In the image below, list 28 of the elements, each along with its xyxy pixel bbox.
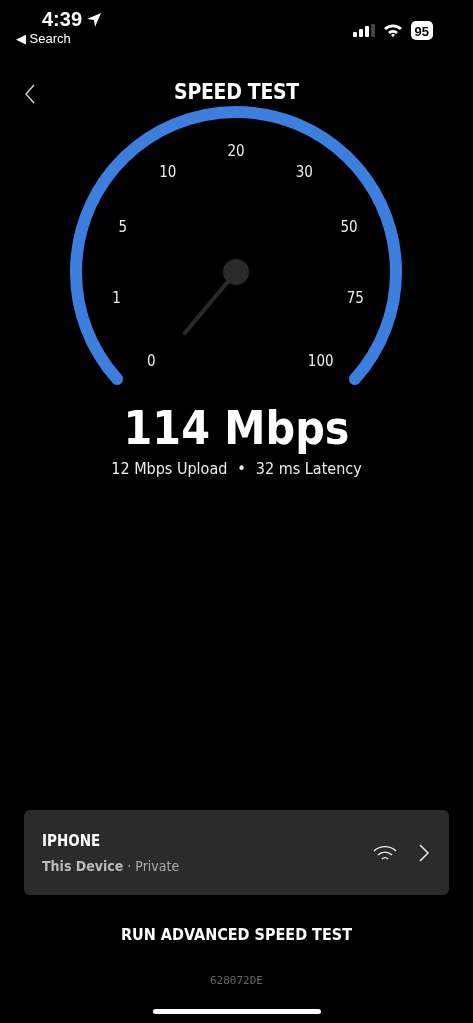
device-code: 628072DE [209, 974, 264, 987]
upload-speed: 12 Mbps Upload [111, 459, 228, 478]
latency-value: 32 ms Latency [255, 459, 362, 478]
gauge-tick-label: 1 [112, 289, 121, 308]
gauge-tick-label: 5 [118, 218, 128, 237]
device-card[interactable]: IPHONE This Device · Private [24, 810, 449, 895]
battery-level: 95 [414, 23, 429, 39]
device-details: This Device · Private [42, 857, 181, 874]
gauge-tick-label: 10 [159, 162, 177, 181]
wifi-icon [373, 844, 397, 861]
speed-value: 114 Mbps [122, 401, 351, 455]
gauge-tick-label: 100 [307, 351, 334, 370]
status-time: 4:39 [42, 8, 83, 31]
back-chevron-icon[interactable] [24, 84, 36, 104]
signal-icon [352, 23, 375, 37]
separator-dot: • [237, 459, 246, 478]
wifi-icon [382, 23, 403, 37]
back-to-app-link[interactable]: ◀ Search [16, 31, 103, 46]
gauge-tick-label: 20 [227, 142, 245, 160]
page-title: SPEED TEST [174, 80, 299, 104]
location-arrow-icon [86, 11, 103, 28]
gauge-tick-label: 0 [146, 351, 156, 370]
chevron-right-icon [419, 843, 429, 862]
gauge-tick-label: 30 [295, 162, 313, 181]
gauge-tick-label: 50 [340, 218, 358, 237]
device-name: IPHONE [42, 831, 102, 850]
gauge-tick-label: 75 [346, 289, 364, 308]
run-advanced-test-button[interactable]: RUN ADVANCED SPEED TEST [117, 921, 356, 948]
